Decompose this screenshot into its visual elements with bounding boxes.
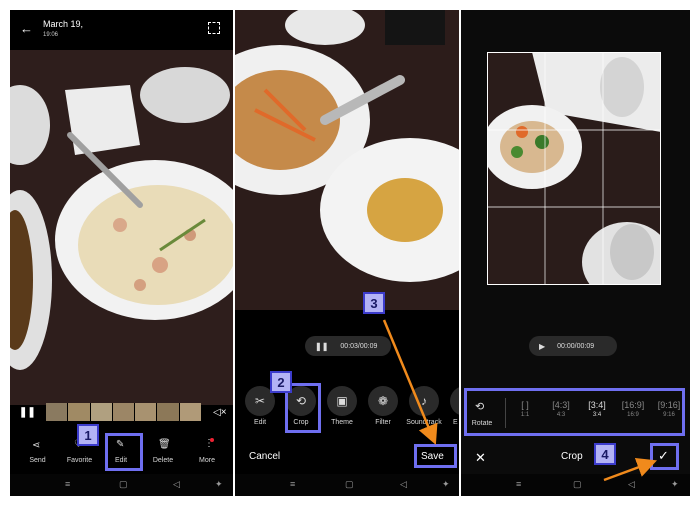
tool-filter-label: Filter [375,419,391,426]
save-highlight [414,444,457,468]
callout-4: 4 [594,443,616,465]
home-icon[interactable]: ▢ [119,479,128,490]
mute-icon[interactable]: ◁× [213,407,227,418]
play-icon[interactable]: ▶ [539,342,545,351]
video-editor-panel: ❚❚ 00:03/00:09 ✂ Edit ⟲ Crop ▣ Theme ❁ F… [235,10,459,496]
back-nav-icon[interactable]: ◁ [173,479,180,490]
accessibility-icon[interactable]: ✦ [442,479,450,490]
home-icon[interactable]: ▢ [573,479,582,490]
pause-icon[interactable]: ❚❚ [19,407,36,418]
crop-photo-art [487,52,661,285]
crop-panel: ▶ 00:00/00:09 ⟲ Rotate [ ] 1:1 [4:3] 4:3 [… [461,10,690,496]
system-nav-bar: ≡ ▢ ◁ ✦ [461,474,690,496]
soup-photo [10,50,233,405]
tool-edit-label: Edit [253,419,267,426]
action-send-label: Send [29,457,46,464]
crop-options-highlight [464,388,685,436]
tool-soundtrack-label: Soundtrack [406,419,442,426]
date-label: March 19, [43,19,84,29]
system-nav-bar: ≡ ▢ ◁ ✦ [235,474,459,496]
music-icon[interactable]: ♪ [409,386,439,416]
theme-icon[interactable]: ▣ [327,386,357,416]
action-delete-label: Delete [152,457,174,464]
recents-icon[interactable]: ≡ [516,479,521,489]
close-icon[interactable]: ✕ [475,450,486,466]
edit-highlight [105,433,143,471]
action-more-label: More [199,457,215,464]
cancel-button[interactable]: Cancel [249,451,280,462]
gallery-viewer-panel: ← March 19, 19:06 ❚❚ ◁× ⋖ Send ♡ Favorit… [10,10,233,496]
crop-title: Crop [561,451,583,462]
crop-photo[interactable] [487,52,661,285]
callout-2: 2 [270,371,292,393]
back-nav-icon[interactable]: ◁ [628,479,635,490]
recents-icon[interactable]: ≡ [65,479,70,489]
timecode-label: 00:03/00:09 [340,342,378,350]
timecode-label: 00:00/00:09 [557,342,595,350]
callout-1: 1 [77,424,99,446]
callout-3: 3 [363,292,385,314]
scan-icon[interactable] [208,22,220,34]
confirm-highlight [650,443,679,470]
back-arrow-icon[interactable]: ← [20,21,33,36]
tool-e-label: E [453,419,458,426]
food-photo [235,10,459,310]
trash-icon[interactable]: 🗑 [158,439,171,450]
accessibility-icon[interactable]: ✦ [215,479,223,490]
system-nav-bar: ≡ ▢ ◁ ✦ [10,474,233,496]
playback-pill[interactable]: ❚❚ 00:03/00:09 [305,336,391,356]
home-icon[interactable]: ▢ [345,479,354,490]
effect-icon[interactable] [450,386,459,416]
playback-pill[interactable]: ▶ 00:00/00:09 [529,336,617,356]
food-photo-art [235,10,459,310]
pause-icon[interactable]: ❚❚ [315,342,328,351]
back-nav-icon[interactable]: ◁ [400,479,407,490]
notification-dot [210,438,214,442]
share-icon[interactable]: ⋖ [32,440,40,451]
time-label: 19:06 [43,32,59,38]
filter-icon[interactable]: ❁ [368,386,398,416]
soup-photo-art [10,50,233,405]
accessibility-icon[interactable]: ✦ [671,479,679,490]
recents-icon[interactable]: ≡ [290,479,295,489]
action-favorite-label: Favorite [66,457,93,464]
filmstrip[interactable] [46,403,201,421]
tool-theme-label: Theme [331,419,353,426]
